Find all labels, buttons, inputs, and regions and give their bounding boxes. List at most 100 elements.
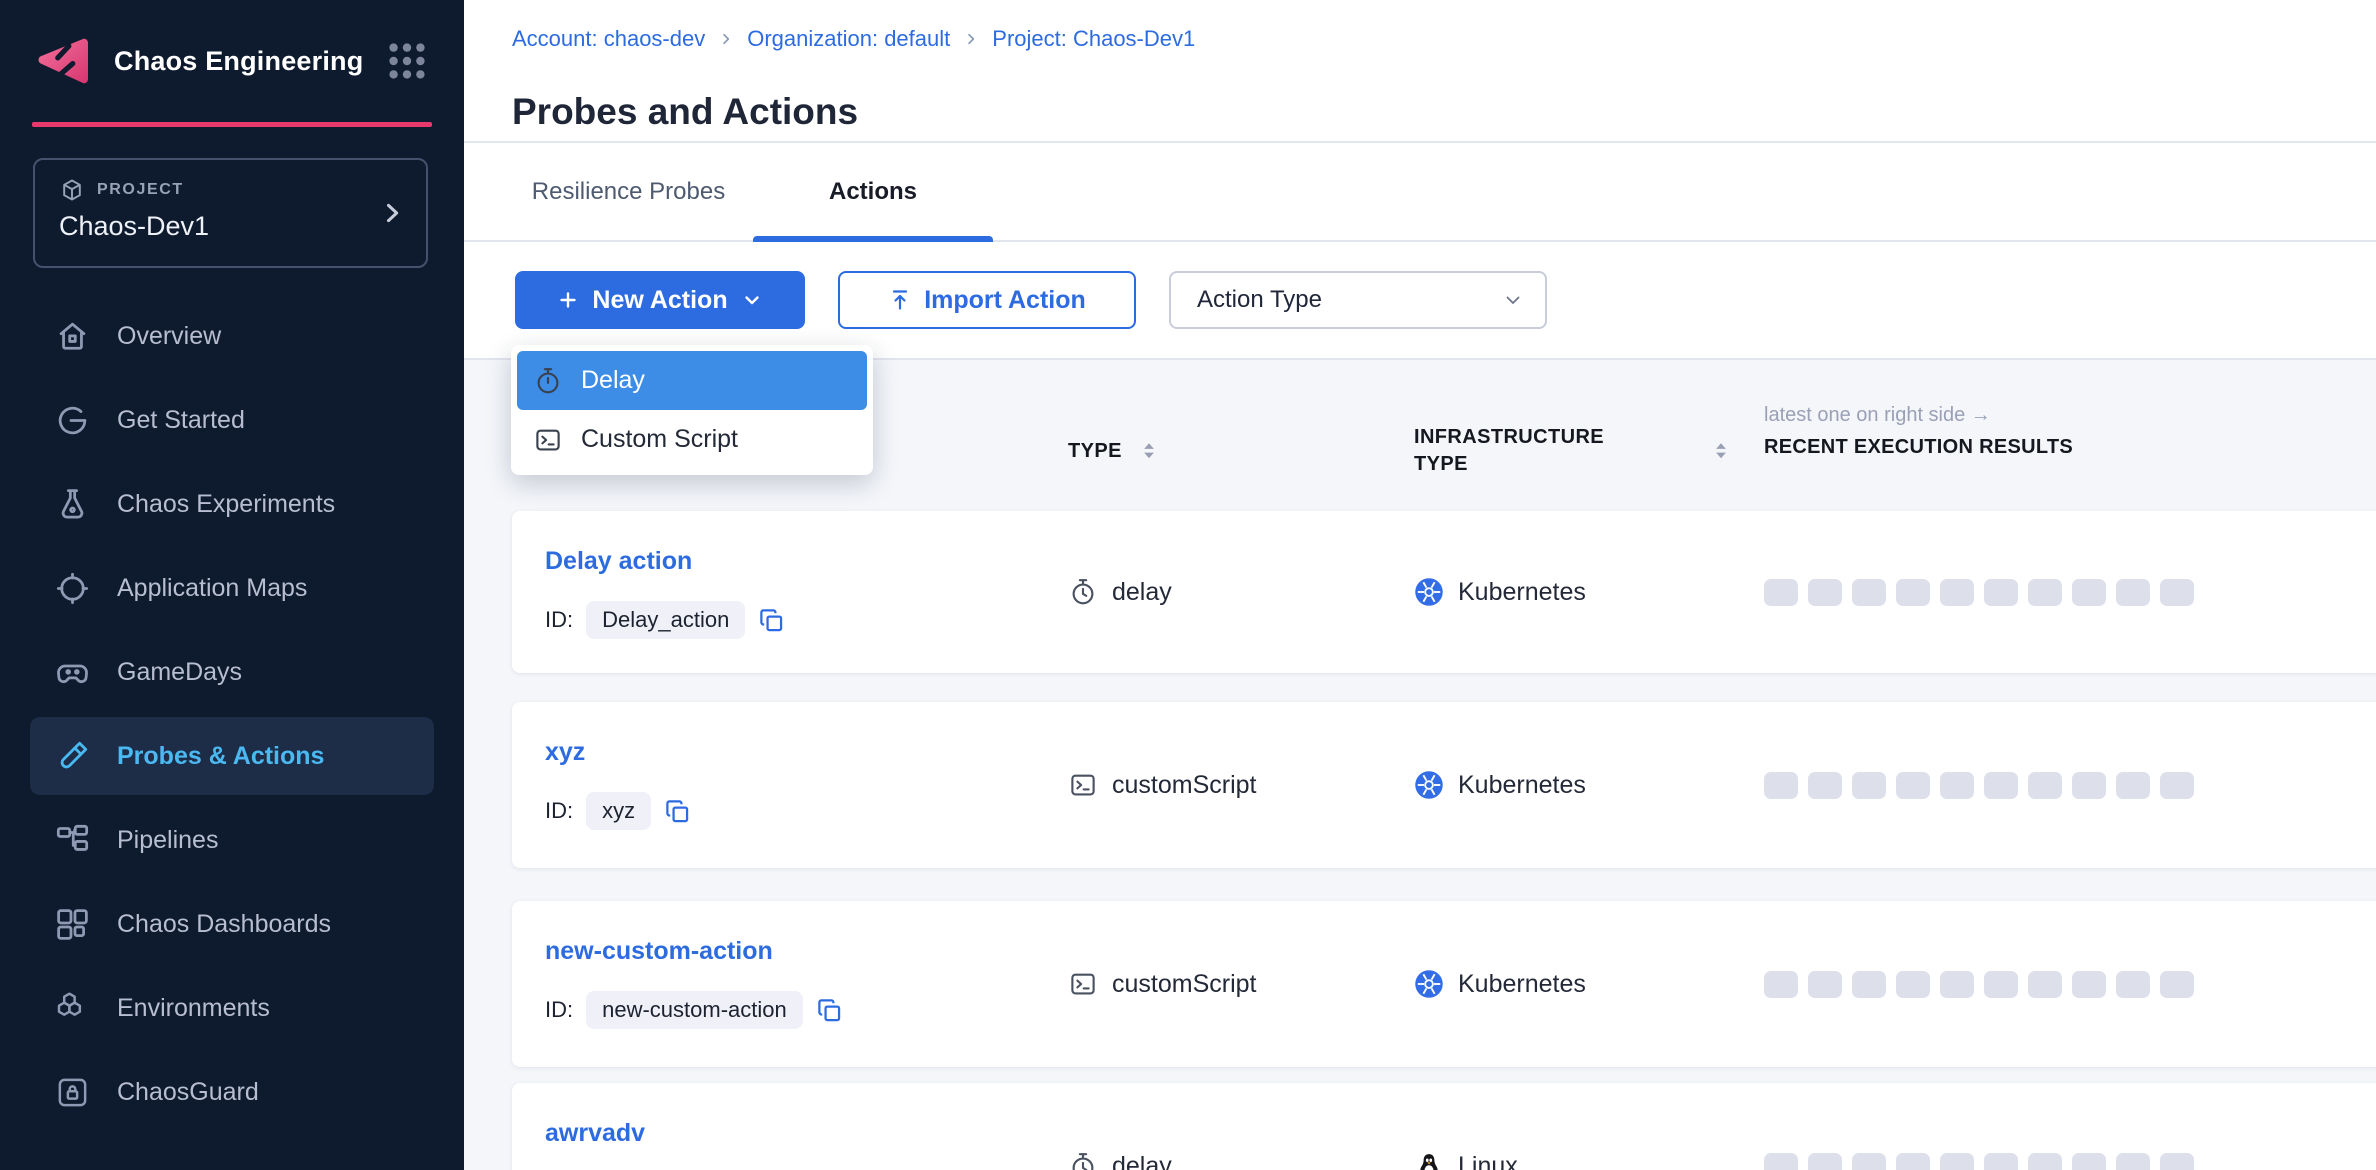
execution-result-placeholder [1808, 1153, 1842, 1170]
action-row: new-custom-action ID: new-custom-action … [512, 901, 2376, 1067]
sidebar-item-overview[interactable]: Overview [30, 297, 434, 375]
copy-icon[interactable] [758, 607, 785, 634]
id-label: ID: [545, 607, 573, 633]
chevron-right-icon [378, 199, 406, 227]
module-grid-icon[interactable] [384, 38, 430, 84]
type-cell: customScript [1068, 901, 1256, 1067]
main-content: Account: chaos-dev Organization: default… [464, 0, 2376, 1170]
sidebar-item-label: Chaos Experiments [117, 490, 335, 519]
action-type-select[interactable]: Action Type [1169, 271, 1547, 329]
infrastructure-value: Linux [1458, 1152, 1518, 1170]
new-action-button[interactable]: New Action [515, 271, 805, 329]
execution-result-placeholder [2072, 579, 2106, 606]
copy-icon[interactable] [816, 997, 843, 1024]
sidebar-item-label: Application Maps [117, 574, 307, 603]
target-icon [54, 570, 91, 607]
chevron-down-icon [1501, 288, 1525, 312]
sidebar-item-pipelines[interactable]: Pipelines [30, 801, 434, 879]
chevron-right-icon [963, 31, 979, 47]
infrastructure-value: Kubernetes [1458, 578, 1586, 607]
breadcrumb-account-link[interactable]: Account: chaos-dev [512, 26, 705, 52]
dropdown-item-delay[interactable]: Delay [517, 351, 867, 410]
action-name-link[interactable]: awrvadv [545, 1119, 645, 1148]
sort-icon[interactable] [1708, 438, 1734, 464]
sidebar-item-chaos-experiments[interactable]: Chaos Experiments [30, 465, 434, 543]
breadcrumb-organization-link[interactable]: Organization: default [747, 26, 950, 52]
sidebar-item-label: Get Started [117, 406, 245, 435]
recent-executions-cell [1764, 1083, 2194, 1170]
execution-result-placeholder [1808, 971, 1842, 998]
infrastructure-value: Kubernetes [1458, 771, 1586, 800]
chaos-logo-icon[interactable] [34, 30, 96, 92]
recent-executions-label: RECENT EXECUTION RESULTS [1764, 436, 2073, 459]
sidebar-item-gamedays[interactable]: GameDays [30, 633, 434, 711]
execution-result-placeholder [1896, 1153, 1930, 1170]
execution-result-placeholder [1896, 971, 1930, 998]
project-selector[interactable]: PROJECT Chaos-Dev1 [33, 158, 428, 268]
type-cell: delay [1068, 511, 1172, 673]
execution-result-placeholder [1940, 1153, 1974, 1170]
cube-icon [59, 177, 85, 203]
lock-icon [54, 1074, 91, 1111]
sidebar-item-get-started[interactable]: Get Started [30, 381, 434, 459]
actions-table: TYPE INFRASTRUCTURE TYPE latest one on r… [464, 358, 2376, 1170]
type-cell: delay [1068, 1083, 1172, 1170]
column-header-type: TYPE [1068, 438, 1162, 464]
kubernetes-icon [1414, 577, 1444, 607]
column-header-infrastructure-type: INFRASTRUCTURE TYPE [1414, 424, 1596, 478]
sidebar-item-probes-actions[interactable]: Probes & Actions [30, 717, 434, 795]
sort-icon[interactable] [1136, 438, 1162, 464]
execution-result-placeholder [1764, 772, 1798, 799]
breadcrumb: Account: chaos-dev Organization: default… [512, 26, 1195, 52]
execution-result-placeholder [2028, 1153, 2062, 1170]
page-title: Probes and Actions [512, 91, 858, 133]
action-id-row: ID: xyz [545, 792, 691, 830]
execution-result-placeholder [1940, 772, 1974, 799]
execution-result-placeholder [2028, 772, 2062, 799]
execution-result-placeholder [2072, 971, 2106, 998]
kubernetes-icon [1414, 969, 1444, 999]
execution-result-placeholder [2072, 1153, 2106, 1170]
recent-executions-cell [1764, 511, 2194, 673]
execution-result-placeholder [2072, 772, 2106, 799]
type-value: delay [1112, 578, 1172, 607]
chevron-down-icon [740, 288, 764, 312]
recent-executions-note: latest one on right side → [1764, 404, 2073, 427]
execution-result-placeholder [2160, 579, 2194, 606]
sidebar: Chaos Engineering PROJECT Chaos-Dev1 [0, 0, 464, 1170]
sidebar-nav: Overview Get Started Chaos Experiments A… [0, 291, 464, 1131]
tab-resilience-probes[interactable]: Resilience Probes [520, 143, 737, 240]
sidebar-item-chaosguard[interactable]: ChaosGuard [30, 1053, 434, 1131]
dropdown-item-custom-script[interactable]: Custom Script [517, 410, 867, 469]
execution-result-placeholder [2160, 971, 2194, 998]
execution-result-placeholder [1940, 579, 1974, 606]
brand-divider [32, 122, 432, 127]
execution-result-placeholder [1764, 971, 1798, 998]
test-tube-icon [54, 738, 91, 775]
project-name: Chaos-Dev1 [59, 211, 402, 242]
sidebar-item-label: Probes & Actions [117, 742, 324, 771]
id-value: new-custom-action [586, 991, 803, 1029]
sidebar-item-environments[interactable]: Environments [30, 969, 434, 1047]
sidebar-item-label: GameDays [117, 658, 242, 687]
copy-icon[interactable] [664, 798, 691, 825]
kubernetes-icon [1414, 770, 1444, 800]
execution-result-placeholder [1764, 1153, 1798, 1170]
action-name-link[interactable]: xyz [545, 738, 585, 767]
import-action-button[interactable]: Import Action [838, 271, 1136, 329]
sidebar-item-chaos-dashboards[interactable]: Chaos Dashboards [30, 885, 434, 963]
tab-actions[interactable]: Actions [753, 143, 993, 240]
project-label-row: PROJECT [59, 177, 402, 203]
sidebar-item-label: Pipelines [117, 826, 218, 855]
sidebar-item-application-maps[interactable]: Application Maps [30, 549, 434, 627]
execution-result-placeholder [1896, 579, 1930, 606]
execution-result-placeholder [1852, 1153, 1886, 1170]
linux-icon [1414, 1151, 1444, 1170]
execution-result-placeholder [1984, 579, 2018, 606]
breadcrumb-project-link[interactable]: Project: Chaos-Dev1 [992, 26, 1195, 52]
action-name-link[interactable]: Delay action [545, 547, 692, 576]
action-name-link[interactable]: new-custom-action [545, 937, 773, 966]
sidebar-item-label: Environments [117, 994, 270, 1023]
terminal-icon [1068, 770, 1098, 800]
tabs-bar: Resilience Probes Actions [464, 143, 2376, 242]
